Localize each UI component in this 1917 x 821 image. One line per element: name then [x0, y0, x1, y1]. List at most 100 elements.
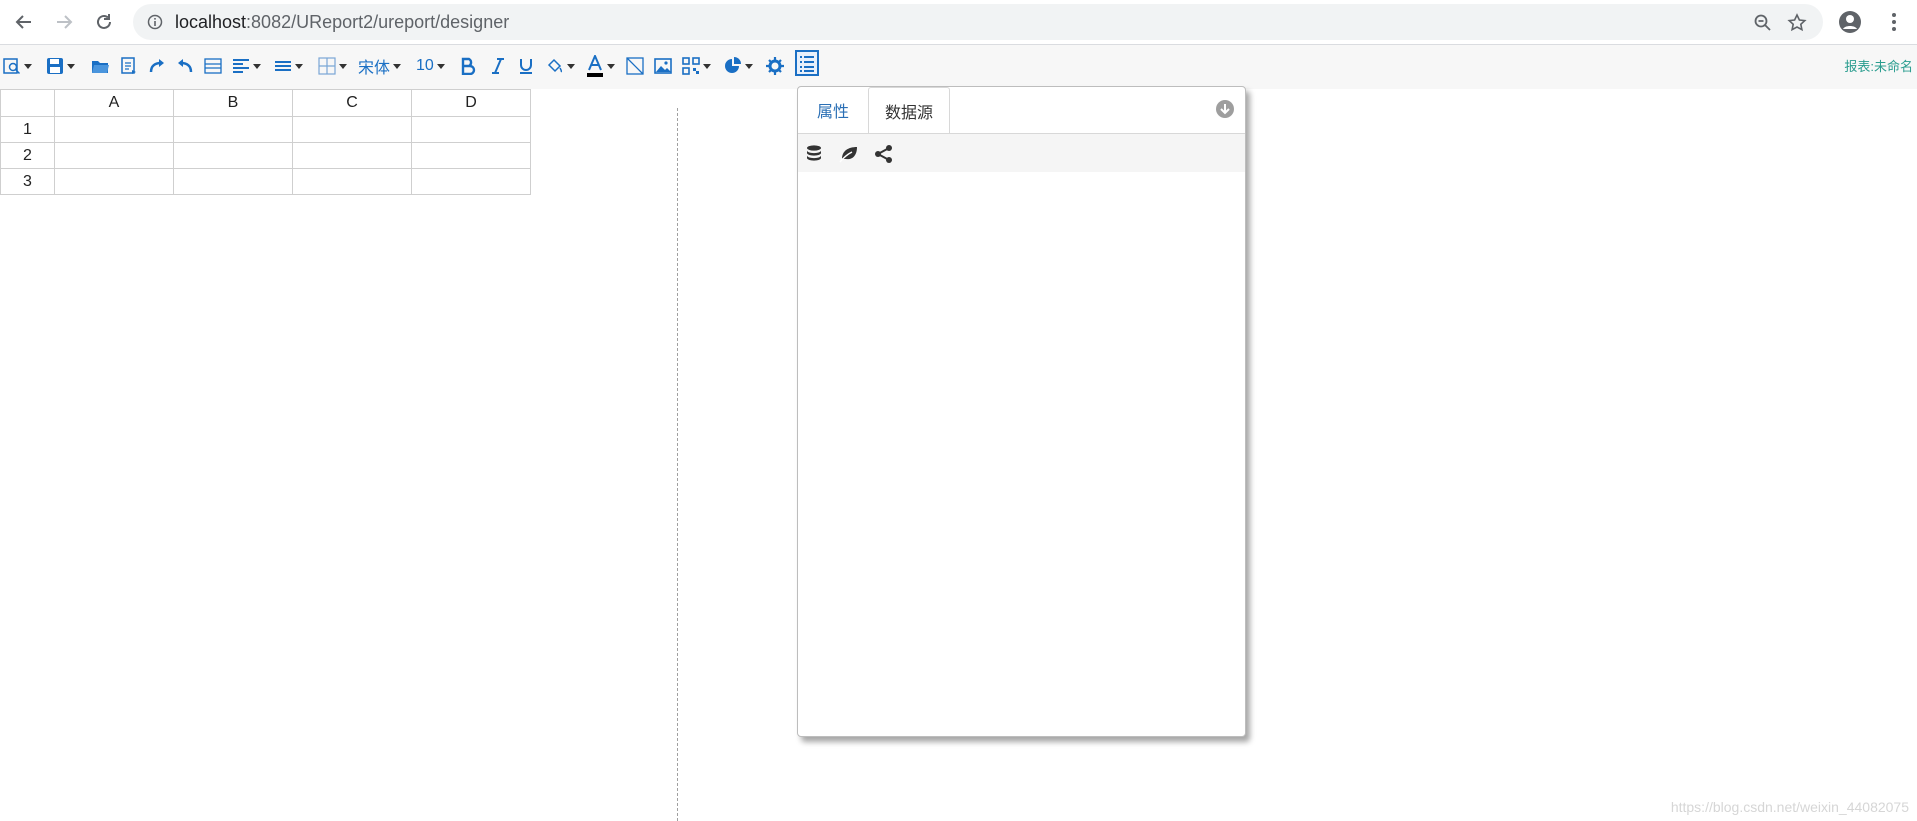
- folder-open-icon: [92, 61, 109, 73]
- font-size-value: 10: [416, 57, 434, 74]
- menu-dots-icon[interactable]: [1882, 10, 1906, 34]
- redo-icon: [149, 59, 164, 73]
- arrow-left-icon: [15, 15, 31, 29]
- reload-button[interactable]: [91, 9, 117, 35]
- open-button[interactable]: [91, 55, 110, 77]
- tab-properties[interactable]: 属性: [798, 87, 868, 133]
- import-button[interactable]: [120, 55, 138, 77]
- caret-icon: [67, 63, 75, 69]
- caret-icon: [339, 63, 347, 69]
- slash-cell-icon: [626, 57, 644, 75]
- caret-icon: [253, 63, 261, 69]
- url-host: localhost: [175, 12, 247, 32]
- address-bar[interactable]: localhost:8082/UReport2/ureport/designer: [133, 4, 1823, 40]
- page-boundary-line: [677, 108, 678, 821]
- grid-row: 1: [0, 116, 531, 143]
- font-family-value: 宋体: [358, 60, 391, 77]
- grid-cell[interactable]: [54, 142, 174, 169]
- grid-cell[interactable]: [411, 116, 531, 143]
- row-header[interactable]: 3: [0, 168, 55, 195]
- font-size-select[interactable]: 10: [416, 55, 445, 77]
- grid-corner[interactable]: [0, 89, 55, 117]
- undo-button[interactable]: [176, 55, 194, 77]
- underline-button[interactable]: [518, 55, 534, 77]
- datasource-toolbar: [798, 134, 1245, 172]
- grid-cell[interactable]: [292, 168, 412, 195]
- browser-bar: localhost:8082/UReport2/ureport/designer: [0, 0, 1917, 45]
- collapse-panel-icon[interactable]: [1215, 99, 1235, 119]
- align-left-icon: [233, 59, 249, 73]
- list-panel-icon: [795, 50, 819, 76]
- zoom-icon[interactable]: [1753, 13, 1773, 33]
- save-icon: [47, 58, 63, 74]
- font-family-select[interactable]: 宋体: [358, 55, 402, 77]
- settings-button[interactable]: [766, 55, 784, 77]
- image-icon: [654, 58, 672, 74]
- qrcode-button[interactable]: [682, 55, 711, 77]
- import-icon: [121, 57, 136, 74]
- align-justify-icon: [275, 61, 291, 71]
- underline-icon: [520, 59, 532, 74]
- grid-cell[interactable]: [173, 168, 293, 195]
- column-header[interactable]: B: [173, 89, 293, 117]
- italic-icon: [492, 58, 504, 74]
- caret-icon: [24, 63, 32, 69]
- grid-cell[interactable]: [54, 168, 174, 195]
- align-button[interactable]: [232, 55, 261, 77]
- valign-button[interactable]: [274, 55, 303, 77]
- italic-button[interactable]: [490, 55, 506, 77]
- datasource-panel-button[interactable]: [795, 50, 819, 76]
- tab-datasource[interactable]: 数据源: [868, 87, 950, 134]
- url-text[interactable]: localhost:8082/UReport2/ureport/designer: [175, 12, 509, 33]
- grid-row: 3: [0, 168, 531, 195]
- caret-icon: [745, 63, 753, 69]
- reload-icon: [97, 14, 111, 29]
- undo-icon: [178, 59, 193, 73]
- grid-cell[interactable]: [173, 142, 293, 169]
- caret-icon: [567, 63, 575, 69]
- account-icon[interactable]: [1838, 10, 1862, 34]
- grid-cell[interactable]: [173, 116, 293, 143]
- forward-button[interactable]: [51, 9, 77, 35]
- column-header[interactable]: C: [292, 89, 412, 117]
- background-color-button[interactable]: [546, 55, 575, 77]
- font-color-icon: [587, 55, 603, 77]
- slash-cell-button[interactable]: [626, 55, 644, 77]
- bold-button[interactable]: [460, 55, 476, 77]
- grid-row: 2: [0, 142, 531, 169]
- grid-cell[interactable]: [411, 142, 531, 169]
- grid-cell[interactable]: [411, 168, 531, 195]
- save-button[interactable]: [46, 55, 75, 77]
- pie-chart-icon: [725, 57, 741, 73]
- row-header[interactable]: 1: [0, 116, 55, 143]
- border-button[interactable]: [318, 55, 347, 77]
- font-color-button[interactable]: [586, 55, 615, 77]
- caret-icon: [703, 63, 711, 69]
- leaf-icon[interactable]: [839, 144, 859, 164]
- border-icon: [318, 57, 336, 75]
- image-button[interactable]: [654, 55, 672, 77]
- grid-cell[interactable]: [292, 142, 412, 169]
- designer-toolbar: 宋体 10: [0, 45, 1917, 89]
- qrcode-icon: [682, 57, 700, 75]
- back-button[interactable]: [11, 9, 37, 35]
- share-icon[interactable]: [874, 144, 894, 164]
- paint-bucket-icon: [547, 58, 563, 73]
- merge-cells-icon: [204, 58, 222, 74]
- gear-icon: [766, 57, 784, 75]
- column-header[interactable]: A: [54, 89, 174, 117]
- report-grid: A B C D 1 2 3: [0, 89, 531, 195]
- info-icon[interactable]: [147, 14, 163, 30]
- redo-button[interactable]: [148, 55, 166, 77]
- grid-cell[interactable]: [54, 116, 174, 143]
- column-header[interactable]: D: [411, 89, 531, 117]
- side-panel: 属性 数据源: [797, 86, 1246, 737]
- grid-cell[interactable]: [292, 116, 412, 143]
- chart-button[interactable]: [724, 55, 753, 77]
- database-icon[interactable]: [804, 144, 824, 164]
- star-icon[interactable]: [1787, 13, 1807, 33]
- row-header[interactable]: 2: [0, 142, 55, 169]
- arrow-right-icon: [57, 15, 73, 29]
- merge-cells-button[interactable]: [204, 55, 222, 77]
- preview-button[interactable]: [3, 55, 32, 77]
